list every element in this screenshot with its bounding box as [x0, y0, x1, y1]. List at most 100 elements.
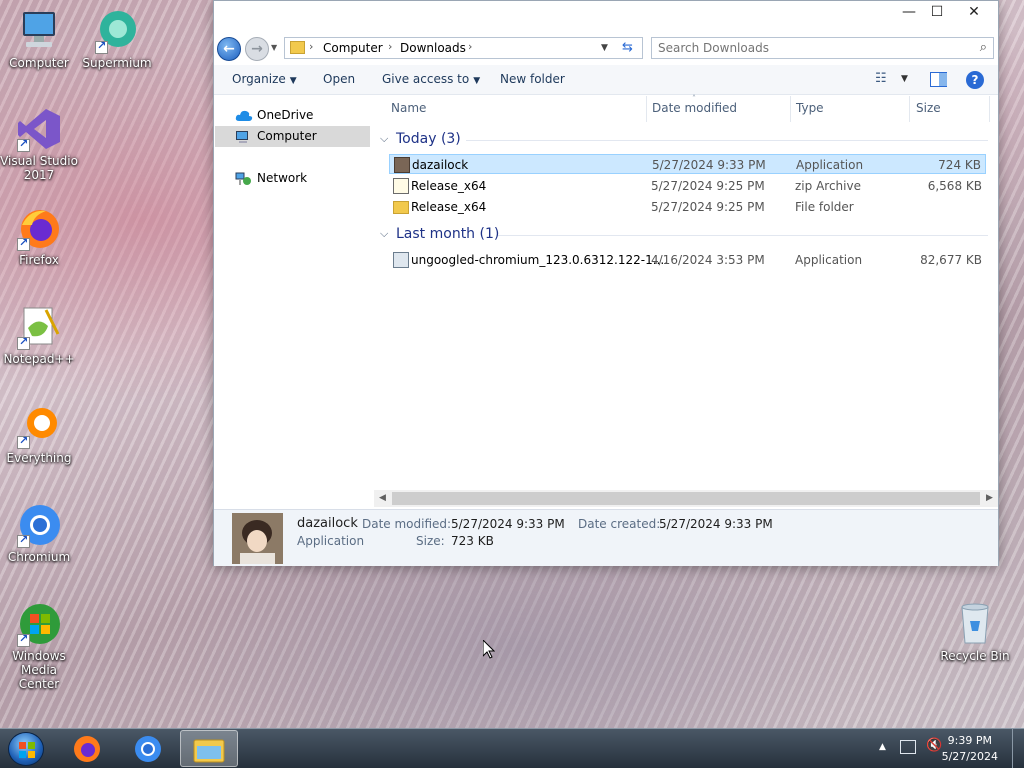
desktop-icon-firefox[interactable]: Firefox — [0, 205, 78, 267]
column-header-date-modified[interactable]: Date modified — [652, 101, 737, 115]
taskbar-file-explorer[interactable] — [180, 730, 238, 767]
breadcrumb-downloads[interactable]: Downloads — [400, 41, 466, 55]
start-button[interactable] — [8, 732, 44, 766]
desktop-icon-notepad-plus-plus[interactable]: Notepad++ — [0, 304, 78, 366]
clock-time: 9:39 PM — [947, 734, 992, 747]
shortcut-arrow-icon — [17, 236, 30, 251]
column-divider[interactable] — [909, 96, 910, 122]
details-size-label: Size: — [416, 534, 445, 548]
column-divider[interactable] — [790, 96, 791, 122]
desktop-icon-visual-studio[interactable]: Visual Studio 2017 — [0, 106, 78, 182]
scroll-right-button[interactable]: ▶ — [981, 490, 998, 507]
volume-muted-icon[interactable]: 🔇 — [926, 738, 942, 753]
application-icon — [394, 157, 410, 173]
chromium-icon — [16, 502, 62, 548]
details-date-modified: 5/27/2024 9:33 PM — [451, 517, 565, 531]
title-bar[interactable]: — ☐ ✕ — [214, 1, 998, 31]
taskbar-firefox[interactable] — [58, 730, 116, 767]
desktop-icon-label: Supermium — [82, 56, 152, 70]
group-divider — [498, 235, 988, 236]
open-button[interactable]: Open — [323, 72, 355, 86]
group-collapse-icon[interactable]: ⌵ — [380, 132, 388, 146]
group-divider — [466, 140, 988, 141]
close-button[interactable]: ✕ — [956, 1, 992, 23]
group-header-today[interactable]: Today (3) — [396, 131, 461, 147]
details-pane: dazailock Application Date modified: 5/2… — [214, 509, 998, 566]
file-name: Release_x64 — [411, 200, 487, 214]
chevron-down-icon: ▼ — [289, 76, 297, 86]
computer-icon — [235, 130, 251, 143]
shortcut-arrow-icon — [17, 335, 30, 350]
give-access-label: Give access to — [382, 72, 470, 86]
column-header-name[interactable]: Name — [391, 101, 426, 115]
network-status-icon[interactable] — [900, 740, 916, 754]
desktop-icon-supermium[interactable]: Supermium — [78, 8, 156, 70]
organize-button[interactable]: Organize ▼ — [232, 72, 297, 86]
file-thumbnail — [232, 513, 283, 564]
file-list: Name Date modified ˄ Type Size ⌵ Today (… — [374, 94, 998, 491]
horizontal-scrollbar[interactable]: ◀ ▶ — [374, 490, 998, 507]
desktop-icon-computer[interactable]: Computer — [0, 8, 78, 70]
nav-item-network[interactable]: Network — [215, 168, 370, 189]
file-row[interactable]: Release_x64 5/27/2024 9:25 PM zip Archiv… — [389, 176, 986, 196]
details-view-icon: ☷ — [875, 71, 887, 86]
sort-indicator-icon: ˄ — [692, 94, 696, 103]
help-icon: ? — [971, 73, 979, 87]
nav-item-onedrive[interactable]: OneDrive — [215, 105, 370, 126]
organize-label: Organize — [232, 72, 286, 86]
show-hidden-icons-button[interactable]: ▲ — [879, 742, 886, 752]
scroll-left-button[interactable]: ◀ — [374, 490, 391, 507]
help-button[interactable]: ? — [966, 71, 984, 89]
system-clock[interactable]: 9:39 PM 5/27/2024 — [942, 733, 998, 765]
desktop-icon-everything[interactable]: Everything — [0, 403, 78, 465]
nav-item-computer[interactable]: Computer — [215, 126, 370, 147]
shortcut-arrow-icon — [17, 533, 30, 548]
network-icon — [235, 172, 251, 185]
shortcut-arrow-icon — [17, 632, 30, 647]
address-bar: ← → ▼ › Computer › Downloads › ▼ ⇆ ⌕ — [214, 31, 998, 65]
show-desktop-button[interactable] — [1012, 729, 1024, 768]
chevron-right-icon: › — [309, 40, 314, 53]
visual-studio-icon — [16, 106, 62, 152]
navigation-pane: OneDrive Computer Network — [214, 96, 371, 506]
desktop-icon-label: Windows Media Center — [12, 649, 66, 691]
chevron-right-icon: › — [468, 40, 473, 53]
computer-icon — [16, 8, 62, 54]
desktop-icon-chromium[interactable]: Chromium — [0, 502, 78, 564]
windows-logo-icon — [19, 742, 35, 758]
column-divider[interactable] — [646, 96, 647, 122]
give-access-button[interactable]: Give access to ▼ — [382, 72, 480, 86]
search-box[interactable]: ⌕ — [651, 37, 994, 59]
file-row[interactable]: ungoogled-chromium_123.0.6312.122-1.... … — [389, 250, 986, 270]
maximize-button[interactable]: ☐ — [919, 1, 955, 23]
file-row[interactable]: dazailock 5/27/2024 9:33 PM Application … — [389, 154, 986, 174]
scrollbar-thumb[interactable] — [392, 492, 980, 505]
desktop-icon-recycle-bin[interactable]: Recycle Bin — [936, 601, 1014, 663]
breadcrumb[interactable]: › Computer › Downloads › ▼ ⇆ — [284, 37, 643, 59]
group-header-last-month[interactable]: Last month (1) — [396, 226, 499, 242]
column-header-type[interactable]: Type — [796, 101, 824, 115]
address-history-dropdown[interactable]: ▼ — [601, 43, 608, 53]
refresh-button[interactable]: ⇆ — [622, 40, 633, 55]
file-type: File folder — [795, 200, 854, 214]
file-name: ungoogled-chromium_123.0.6312.122-1.... — [411, 253, 668, 267]
column-header-size[interactable]: Size — [916, 101, 941, 115]
back-button[interactable]: ← — [217, 37, 241, 61]
forward-button[interactable]: → — [245, 37, 269, 61]
file-date-modified: 5/27/2024 9:25 PM — [651, 200, 765, 214]
column-divider[interactable] — [989, 96, 990, 122]
desktop-icon-windows-media-center[interactable]: Windows Media Center — [0, 601, 78, 691]
recent-pages-dropdown[interactable]: ▼ — [271, 43, 277, 52]
breadcrumb-computer[interactable]: Computer — [323, 41, 383, 55]
file-size: 82,677 KB — [920, 253, 982, 267]
group-collapse-icon[interactable]: ⌵ — [380, 227, 388, 241]
file-row[interactable]: Release_x64 5/27/2024 9:25 PM File folde… — [389, 197, 986, 217]
new-folder-button[interactable]: New folder — [500, 72, 565, 86]
search-icon[interactable]: ⌕ — [980, 40, 987, 55]
search-input[interactable] — [658, 41, 958, 55]
chromium-icon — [132, 733, 164, 768]
view-options-button[interactable]: ☷ ▼ — [875, 71, 915, 89]
taskbar-chromium[interactable] — [119, 730, 177, 767]
preview-pane-button[interactable] — [930, 72, 947, 87]
file-size: 6,568 KB — [927, 179, 982, 193]
